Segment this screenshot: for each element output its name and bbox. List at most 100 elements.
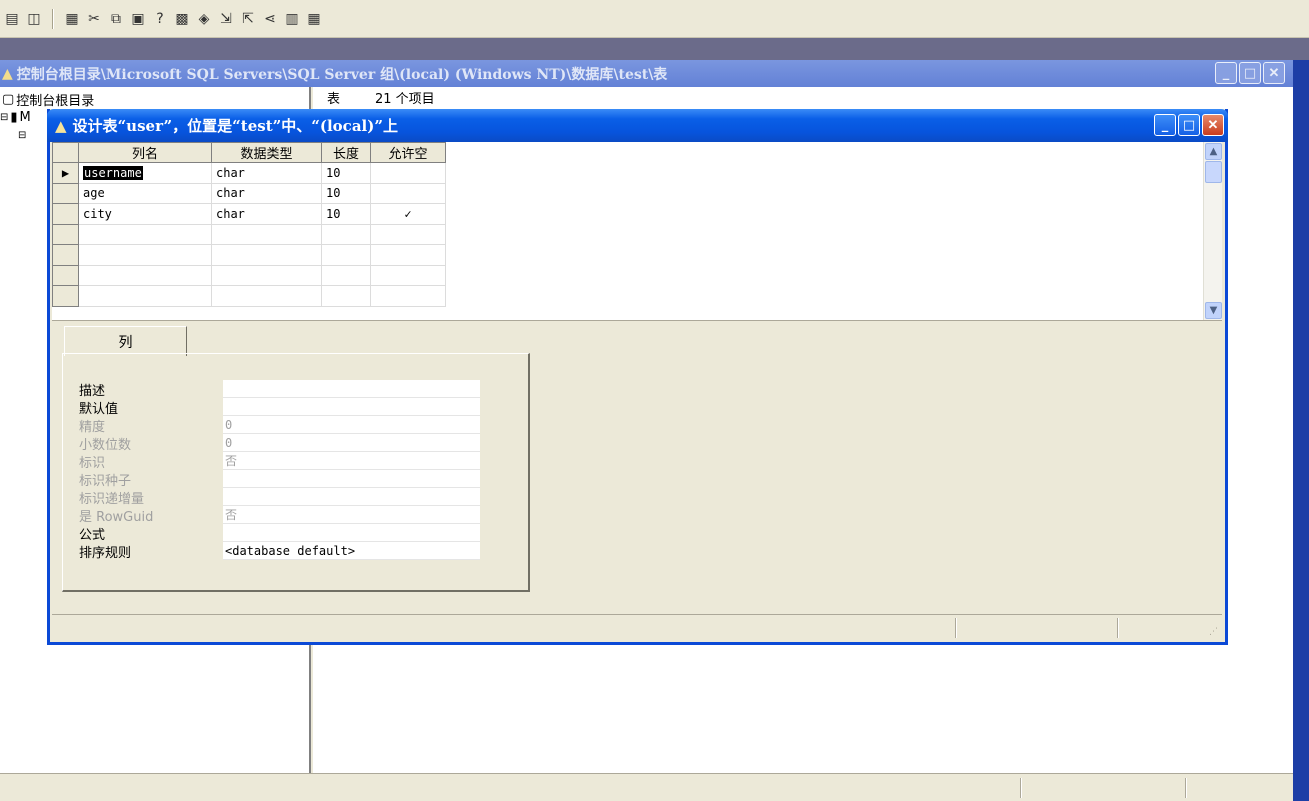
empty-row[interactable]	[52, 244, 446, 266]
data-type-cell[interactable]: char	[211, 203, 322, 225]
property-collation: 排序规则 <database default>	[79, 542, 480, 561]
identity-increment-field	[223, 488, 480, 506]
property-description: 描述	[79, 380, 480, 399]
length-cell[interactable]: 10	[321, 183, 371, 204]
column-header-length[interactable]: 长度	[321, 142, 371, 163]
close-button[interactable]: ✕	[1202, 114, 1224, 136]
close-button[interactable]: ✕	[1263, 62, 1285, 84]
scroll-up-button[interactable]: ▲	[1205, 143, 1222, 160]
property-precision: 精度 0	[79, 416, 480, 435]
table-row[interactable]: city char 10 ✓	[52, 203, 446, 225]
mdi-window-titlebar[interactable]: ▲ 控制台根目录\Microsoft SQL Servers\SQL Serve…	[0, 60, 1293, 87]
column-header-type[interactable]: 数据类型	[211, 142, 322, 163]
details-type-label: 表	[327, 91, 341, 107]
column-grid[interactable]: 列名 数据类型 长度 允许空 ▶ username char 10 age ch…	[52, 142, 1222, 321]
properties-icon[interactable]: ▤	[2, 9, 22, 29]
data-type-cell[interactable]: char	[211, 162, 322, 184]
property-rowguid: 是 RowGuid 否	[79, 506, 480, 525]
formula-field[interactable]	[223, 524, 480, 542]
allow-null-cell[interactable]: ✓	[370, 203, 446, 225]
current-row-indicator[interactable]: ▶	[52, 162, 79, 184]
empty-row[interactable]	[52, 285, 446, 307]
column-header-nullable[interactable]: 允许空	[370, 142, 446, 163]
column-name-cell[interactable]: username	[78, 162, 212, 184]
replication-icon[interactable]: ▥	[282, 9, 302, 29]
relationship-icon[interactable]: ⋖	[260, 9, 280, 29]
property-identity-seed: 标识种子	[79, 470, 480, 489]
description-field[interactable]	[223, 380, 480, 398]
default-value-field[interactable]	[223, 398, 480, 416]
wizard-icon[interactable]: ◈	[194, 9, 214, 29]
expand-icon: ⊟	[18, 129, 27, 141]
property-scale: 小数位数 0	[79, 434, 480, 453]
tree-item-console-root[interactable]: ▢ 控制台根目录	[2, 90, 95, 109]
column-name-value: username	[83, 165, 143, 180]
tree-item-sql-servers[interactable]: ⊟ ▮ M	[0, 108, 31, 126]
property-formula: 公式	[79, 524, 480, 543]
property-label: 标识种子	[79, 473, 132, 489]
copy-icon[interactable]: ⧉	[106, 9, 126, 29]
folder-icon: ▢	[2, 91, 15, 107]
property-label: 默认值	[79, 401, 119, 417]
scroll-down-button[interactable]: ▼	[1205, 302, 1222, 319]
tree-item-label: 控制台根目录	[16, 93, 95, 109]
length-cell[interactable]: 10	[321, 162, 371, 184]
export-icon[interactable]: ⇱	[238, 9, 258, 29]
grid-icon[interactable]: ▦	[304, 9, 324, 29]
help-icon[interactable]: ?	[150, 9, 170, 29]
tab-columns[interactable]: 列	[64, 326, 187, 356]
window-border	[1293, 60, 1309, 801]
data-type-cell[interactable]: char	[211, 183, 322, 204]
table-row[interactable]: ▶ username char 10	[52, 162, 446, 184]
resize-grip-icon[interactable]: ⋰	[1209, 627, 1218, 637]
collation-field[interactable]: <database default>	[223, 542, 480, 560]
column-name-cell[interactable]: city	[78, 203, 212, 225]
column-properties-panel: 描述 默认值 精度 0 小数位数 0 标识 否 标识种子 标识递增量 是 Row…	[62, 353, 530, 592]
minimize-button[interactable]: _	[1215, 62, 1237, 84]
tree-item-child[interactable]: ⊟	[18, 126, 26, 144]
property-label: 描述	[79, 383, 106, 399]
property-identity-increment: 标识递增量	[79, 488, 480, 507]
row-selector[interactable]	[52, 182, 79, 204]
import-icon[interactable]: ⇲	[216, 9, 236, 29]
toolbar-separator	[52, 9, 54, 29]
design-table-title: 设计表“user”，位置是“test”中、“(local)”上	[72, 117, 398, 135]
paste-icon[interactable]: ▣	[128, 9, 148, 29]
details-header: 表 21 个项目	[313, 87, 1293, 107]
console-icon: ▲	[2, 65, 13, 82]
column-header-name[interactable]: 列名	[78, 142, 212, 163]
empty-row[interactable]	[52, 264, 446, 286]
allow-null-cell[interactable]	[370, 162, 446, 184]
scroll-thumb[interactable]	[1205, 161, 1222, 183]
row-selector[interactable]	[52, 264, 79, 286]
row-selector[interactable]	[52, 203, 79, 225]
property-label: 小数位数	[79, 437, 132, 453]
row-selector-header	[52, 142, 79, 163]
cut-icon[interactable]: ✂	[84, 9, 104, 29]
row-selector[interactable]	[52, 244, 79, 266]
row-selector[interactable]	[52, 223, 79, 245]
expand-icon: ⊟	[0, 111, 9, 123]
server-icon[interactable]: ▦	[62, 9, 82, 29]
column-name-cell[interactable]: age	[78, 183, 212, 204]
query-icon[interactable]: ▩	[172, 9, 192, 29]
property-label: 公式	[79, 527, 106, 543]
window-icon[interactable]: ◫	[24, 9, 44, 29]
row-selector[interactable]	[52, 285, 79, 307]
length-cell[interactable]: 10	[321, 203, 371, 225]
details-count-label: 21 个项目	[375, 91, 435, 107]
design-table-window: ▲ 设计表“user”，位置是“test”中、“(local)”上 _ □ ✕ …	[47, 109, 1228, 645]
allow-null-cell[interactable]	[370, 183, 446, 204]
property-label: 排序规则	[79, 545, 132, 561]
empty-row[interactable]	[52, 223, 446, 245]
main-toolbar: ▤ ◫ ▦ ✂ ⧉ ▣ ? ▩ ◈ ⇲ ⇱ ⋖ ▥ ▦	[0, 0, 1309, 38]
table-row[interactable]: age char 10	[52, 182, 446, 204]
maximize-button[interactable]: □	[1178, 114, 1200, 136]
design-table-titlebar[interactable]: ▲ 设计表“user”，位置是“test”中、“(local)”上 _ □ ✕	[47, 109, 1228, 142]
minimize-button[interactable]: _	[1154, 114, 1176, 136]
precision-field: 0	[223, 416, 480, 434]
vertical-scrollbar[interactable]: ▲ ▼	[1203, 142, 1222, 320]
property-label: 标识	[79, 455, 106, 471]
maximize-button[interactable]: □	[1239, 62, 1261, 84]
rowguid-field: 否	[223, 506, 480, 524]
